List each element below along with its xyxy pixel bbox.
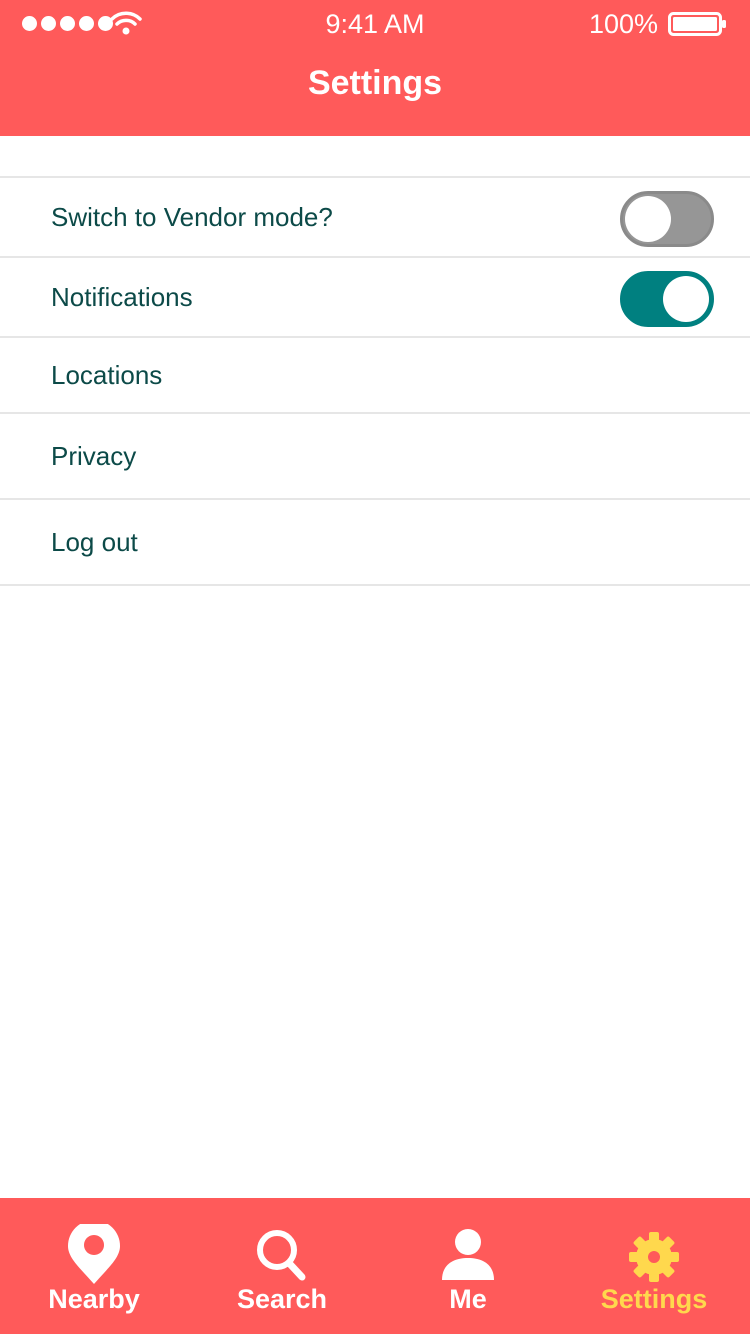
tab-me[interactable]: Me (374, 1198, 562, 1334)
page-title: Settings (307, 64, 443, 102)
settings-item-notifications: Notifications (0, 258, 750, 338)
settings-item-vendor-mode: Switch to Vendor mode? (0, 178, 750, 258)
user-icon (442, 1229, 494, 1280)
tab-label: Nearby (48, 1284, 140, 1314)
notifications-toggle[interactable] (620, 271, 714, 327)
tab-bar: Nearby Search Me Settings (0, 1198, 750, 1334)
settings-item-privacy[interactable]: Privacy (0, 414, 750, 500)
settings-item-label: Privacy (51, 441, 137, 471)
gear-icon (629, 1232, 679, 1282)
settings-list: Switch to Vendor mode? Notifications Loc… (0, 176, 750, 586)
battery-icon (668, 12, 726, 36)
tab-settings[interactable]: Settings (560, 1198, 748, 1334)
settings-item-label: Switch to Vendor mode? (51, 202, 333, 232)
settings-item-label: Locations (51, 360, 163, 390)
search-icon (257, 1230, 306, 1281)
tab-nearby[interactable]: Nearby (0, 1198, 188, 1334)
toggle-knob (663, 276, 709, 322)
settings-item-label: Log out (51, 527, 138, 557)
settings-item-label: Notifications (51, 282, 193, 312)
settings-item-locations[interactable]: Locations (0, 338, 750, 414)
app-header: 9:41 AM 100% Settings (0, 0, 750, 136)
settings-item-log-out[interactable]: Log out (0, 500, 750, 586)
tab-label: Settings (600, 1284, 708, 1314)
toggle-knob (625, 196, 671, 242)
vendor-mode-toggle[interactable] (620, 191, 714, 247)
tab-search[interactable]: Search (188, 1198, 376, 1334)
battery-percentage: 100% (588, 9, 658, 39)
tab-label: Me (449, 1284, 487, 1314)
map-pin-icon (68, 1224, 120, 1284)
tab-label: Search (236, 1284, 328, 1314)
